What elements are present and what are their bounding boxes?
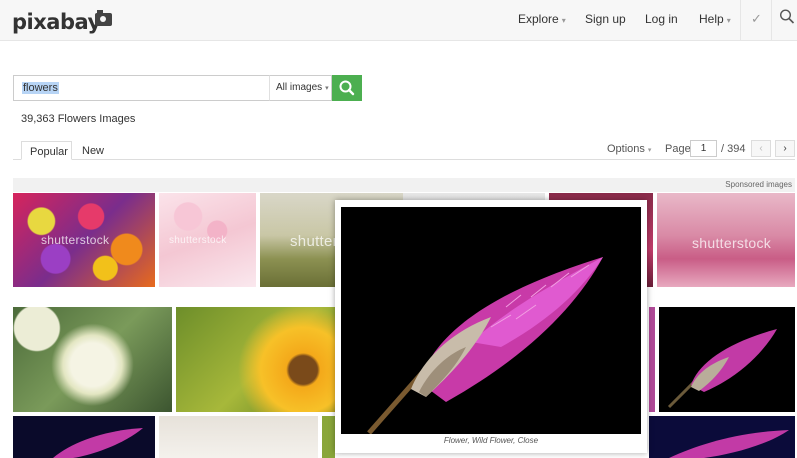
tab-new[interactable]: New xyxy=(74,141,112,160)
watermark: shutterstock xyxy=(692,235,772,251)
nav-divider xyxy=(740,0,741,40)
tab-popular[interactable]: Popular xyxy=(21,141,72,160)
watermark: shutterstock xyxy=(169,235,227,246)
options-label: Options xyxy=(607,143,645,155)
nav-log-in-label: Log in xyxy=(645,12,678,26)
camera-icon[interactable] xyxy=(95,10,112,26)
flower-image xyxy=(367,257,603,434)
page-total: / 394 xyxy=(721,143,746,155)
search-button[interactable] xyxy=(332,75,362,101)
watermark: shutterstock xyxy=(41,233,110,247)
preview-caption: Flower, Wild Flower, Close xyxy=(443,436,539,445)
options-dropdown[interactable]: Options ▾ xyxy=(607,143,651,155)
tabs-divider xyxy=(13,159,795,160)
image-thumbnail[interactable] xyxy=(176,307,335,412)
results-count: 39,363 Flowers Images xyxy=(21,113,136,125)
image-thumbnail[interactable]: shutterstock xyxy=(657,193,795,287)
sponsored-label: Sponsored images xyxy=(725,180,792,189)
image-thumbnail[interactable] xyxy=(322,416,335,458)
top-navbar: pixabay Explore ▾ Sign up Log in Help ▾ ✓ xyxy=(0,0,797,41)
image-preview-popup[interactable]: Flower, Wild Flower, Close xyxy=(335,200,647,453)
nav-divider xyxy=(771,0,772,40)
search-icon xyxy=(339,80,355,96)
nav-sign-up-label: Sign up xyxy=(585,12,626,26)
nav-explore-label: Explore xyxy=(518,12,559,26)
nav-log-in[interactable]: Log in xyxy=(645,12,678,26)
image-thumbnail[interactable] xyxy=(659,307,795,412)
image-thumbnail[interactable]: shutterstock xyxy=(159,193,256,287)
page-label: Page xyxy=(665,143,691,155)
page-number-input[interactable]: 1 xyxy=(690,140,717,157)
search-input-value: flowers xyxy=(22,82,59,94)
image-thumbnail[interactable] xyxy=(13,307,172,412)
image-thumbnail[interactable] xyxy=(649,416,795,458)
flower-image xyxy=(53,428,143,458)
next-page-button[interactable]: › xyxy=(775,140,795,157)
image-type-label: All images xyxy=(276,82,323,93)
nav-help-label: Help xyxy=(699,12,724,26)
nav-sign-up[interactable]: Sign up xyxy=(585,12,626,26)
nav-help[interactable]: Help ▾ xyxy=(699,12,731,26)
preview-image[interactable] xyxy=(341,207,641,434)
chevron-down-icon: ▾ xyxy=(726,16,731,25)
chevron-down-icon: ▾ xyxy=(561,16,566,25)
flower-image xyxy=(667,329,777,409)
chevron-down-icon: ▾ xyxy=(325,85,329,92)
search-input[interactable]: flowers xyxy=(13,75,269,101)
sponsored-bar: Sponsored images xyxy=(13,178,795,192)
image-thumbnail[interactable]: shutterstock xyxy=(13,193,155,287)
nav-explore[interactable]: Explore ▾ xyxy=(518,12,566,26)
chevron-down-icon: ▾ xyxy=(647,147,652,154)
prev-page-button[interactable]: ‹ xyxy=(751,140,771,157)
check-icon[interactable]: ✓ xyxy=(751,11,762,27)
image-thumbnail[interactable] xyxy=(649,307,655,412)
search-icon[interactable] xyxy=(779,8,795,26)
flower-image xyxy=(669,430,789,458)
image-thumbnail[interactable] xyxy=(13,416,155,458)
image-thumbnail[interactable] xyxy=(159,416,318,458)
logo[interactable]: pixabay xyxy=(12,10,101,34)
image-type-select[interactable]: All images ▾ xyxy=(269,75,332,101)
